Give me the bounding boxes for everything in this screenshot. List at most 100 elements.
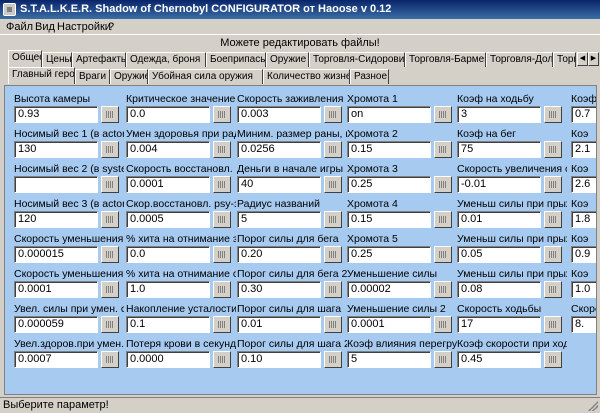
tab-trade-sidorovich[interactable]: Торговля-Сидорович — [309, 52, 405, 67]
param-apply-button[interactable] — [213, 316, 231, 333]
param-input[interactable]: 0.25 — [347, 176, 431, 193]
param-apply-button[interactable] — [434, 211, 452, 228]
param-apply-button[interactable] — [434, 141, 452, 158]
param-input[interactable]: 0.7 — [571, 106, 596, 123]
param-apply-button[interactable] — [324, 246, 342, 263]
tab-clothes-armor[interactable]: Одежда, броня — [126, 52, 206, 67]
menu-settings[interactable]: Настройки — [57, 21, 111, 33]
param-input[interactable]: 0.0 — [126, 246, 210, 263]
param-apply-button[interactable] — [324, 351, 342, 368]
subtab-lives-count[interactable]: Количество жизней — [263, 69, 350, 84]
param-apply-button[interactable] — [434, 281, 452, 298]
tab-trade-barman[interactable]: Торговля-Бармен — [405, 52, 486, 67]
subtab-main-hero[interactable]: Главный герой — [8, 67, 75, 84]
param-input[interactable] — [14, 176, 98, 193]
param-input[interactable]: 0.0005 — [126, 211, 210, 228]
param-apply-button[interactable] — [101, 246, 119, 263]
param-apply-button[interactable] — [101, 106, 119, 123]
param-input[interactable]: 0.10 — [237, 351, 321, 368]
param-input[interactable]: 0.0007 — [14, 351, 98, 368]
subtab-weapons[interactable]: Оружие — [110, 69, 148, 84]
param-input[interactable]: 1.0 — [126, 281, 210, 298]
param-input[interactable]: 2.6 — [571, 176, 596, 193]
param-apply-button[interactable] — [434, 351, 452, 368]
param-input[interactable]: 0.9 — [571, 246, 596, 263]
param-input[interactable]: 120 — [14, 211, 98, 228]
param-input[interactable]: on — [347, 106, 431, 123]
param-input[interactable]: 130 — [14, 141, 98, 158]
subtab-weapon-damage[interactable]: Убойная сила оружия — [148, 69, 263, 84]
param-input[interactable]: 0.08 — [457, 281, 541, 298]
param-apply-button[interactable] — [101, 316, 119, 333]
param-apply-button[interactable] — [213, 246, 231, 263]
tab-artifacts[interactable]: Артефакты — [72, 52, 126, 67]
param-input[interactable]: 2.1 — [571, 141, 596, 158]
param-input[interactable]: 0.004 — [126, 141, 210, 158]
param-input[interactable]: 0.0256 — [237, 141, 321, 158]
param-input[interactable]: 0.000059 — [14, 316, 98, 333]
param-apply-button[interactable] — [544, 351, 562, 368]
param-apply-button[interactable] — [324, 211, 342, 228]
tab-trade-svoboda[interactable]: Торговля-Своб — [553, 52, 576, 67]
param-input[interactable]: 0.00002 — [347, 281, 431, 298]
param-apply-button[interactable] — [544, 211, 562, 228]
param-input[interactable]: 0.45 — [457, 351, 541, 368]
param-input[interactable]: 0.000015 — [14, 246, 98, 263]
tab-ammo[interactable]: Боеприпасы — [206, 52, 266, 67]
param-apply-button[interactable] — [213, 106, 231, 123]
param-input[interactable]: 0.01 — [457, 211, 541, 228]
param-input[interactable]: 3 — [457, 106, 541, 123]
tab-scroll-left-icon[interactable]: ◀ — [577, 52, 588, 66]
param-apply-button[interactable] — [544, 316, 562, 333]
param-input[interactable]: 75 — [457, 141, 541, 158]
param-apply-button[interactable] — [213, 141, 231, 158]
tab-weapons[interactable]: Оружие — [266, 52, 309, 67]
param-input[interactable]: 0.25 — [347, 246, 431, 263]
tab-prices[interactable]: Цены — [42, 52, 72, 67]
param-apply-button[interactable] — [324, 141, 342, 158]
param-apply-button[interactable] — [213, 176, 231, 193]
param-apply-button[interactable] — [434, 246, 452, 263]
param-apply-button[interactable] — [544, 246, 562, 263]
param-input[interactable]: 0.01 — [237, 316, 321, 333]
tab-general[interactable]: Общее — [8, 50, 42, 67]
param-apply-button[interactable] — [101, 351, 119, 368]
param-apply-button[interactable] — [213, 281, 231, 298]
param-input[interactable]: 0.15 — [347, 211, 431, 228]
param-input[interactable]: 17 — [457, 316, 541, 333]
tab-scroll-right-icon[interactable]: ▶ — [588, 52, 599, 66]
param-input[interactable]: 0.30 — [237, 281, 321, 298]
param-input[interactable]: 8. — [571, 316, 596, 333]
param-apply-button[interactable] — [101, 141, 119, 158]
param-input[interactable]: 0.0001 — [126, 176, 210, 193]
param-apply-button[interactable] — [544, 106, 562, 123]
param-input[interactable]: 0.0001 — [14, 281, 98, 298]
param-apply-button[interactable] — [324, 316, 342, 333]
param-apply-button[interactable] — [213, 211, 231, 228]
menu-help[interactable]: ? — [108, 21, 114, 33]
param-input[interactable]: 0.05 — [457, 246, 541, 263]
param-input[interactable]: 0.003 — [237, 106, 321, 123]
param-apply-button[interactable] — [434, 316, 452, 333]
param-apply-button[interactable] — [434, 176, 452, 193]
param-apply-button[interactable] — [101, 211, 119, 228]
param-apply-button[interactable] — [324, 176, 342, 193]
param-apply-button[interactable] — [101, 176, 119, 193]
param-input[interactable]: -0.01 — [457, 176, 541, 193]
menu-file[interactable]: Файл — [6, 21, 33, 33]
param-input[interactable]: 40 — [237, 176, 321, 193]
param-apply-button[interactable] — [101, 281, 119, 298]
param-input[interactable]: 0.0001 — [347, 316, 431, 333]
param-apply-button[interactable] — [213, 351, 231, 368]
menu-view[interactable]: Вид — [35, 21, 55, 33]
param-input[interactable]: 0.0 — [126, 106, 210, 123]
param-input[interactable]: 1.0 — [571, 281, 596, 298]
param-input[interactable]: 0.15 — [347, 141, 431, 158]
subtab-enemies[interactable]: Враги — [75, 69, 110, 84]
param-input[interactable]: 0.20 — [237, 246, 321, 263]
param-apply-button[interactable] — [434, 106, 452, 123]
param-input[interactable]: 1.8 — [571, 211, 596, 228]
resize-grip-icon[interactable] — [588, 401, 598, 411]
param-input[interactable]: 0.0000 — [126, 351, 210, 368]
param-apply-button[interactable] — [544, 176, 562, 193]
